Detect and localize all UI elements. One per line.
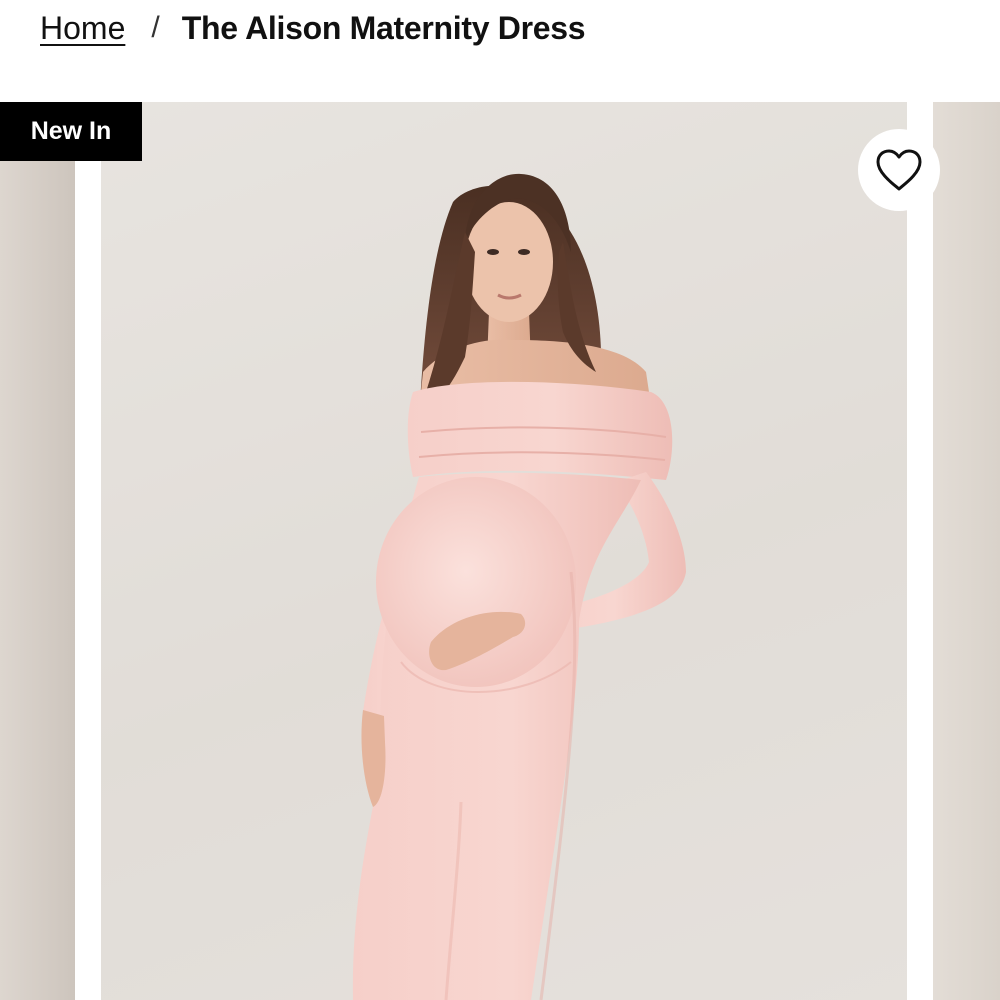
breadcrumb-current-page: The Alison Maternity Dress xyxy=(181,9,586,46)
product-photo xyxy=(101,102,907,1000)
main-product-image[interactable] xyxy=(101,102,907,1000)
new-in-badge: New In xyxy=(0,102,142,161)
previous-product-image[interactable] xyxy=(0,102,75,1000)
wishlist-button[interactable] xyxy=(858,129,940,211)
heart-outline-icon xyxy=(876,149,922,191)
new-in-badge-label: New In xyxy=(30,117,112,145)
breadcrumb: Home / The Alison Maternity Dress xyxy=(40,6,586,50)
breadcrumb-separator: / xyxy=(151,11,160,44)
breadcrumb-home-link[interactable]: Home xyxy=(40,10,125,47)
next-product-image[interactable] xyxy=(933,102,1000,1000)
product-image-gallery[interactable] xyxy=(0,102,1000,1000)
